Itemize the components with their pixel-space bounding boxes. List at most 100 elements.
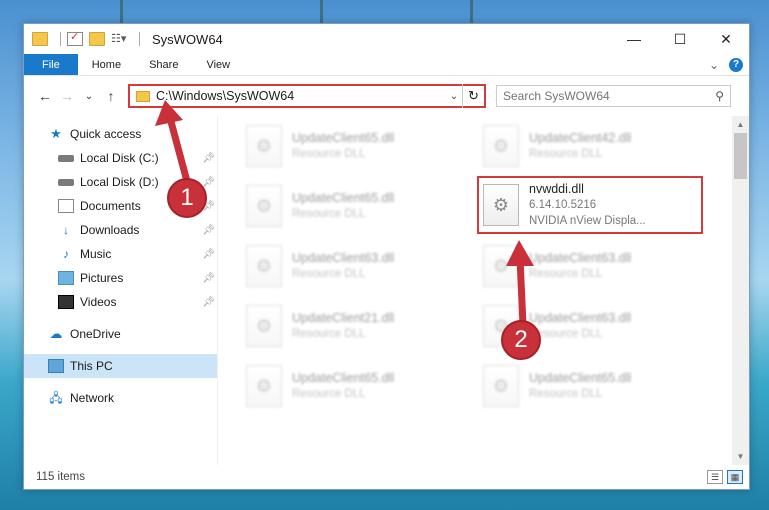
explorer-window: ☷▾ SysWOW64 — ☐ ✕ File Home Share View ⌄… <box>23 23 750 490</box>
view-buttons: ☰ ▦ <box>707 470 749 484</box>
file-name: UpdateClient63.dll <box>529 311 632 325</box>
new-folder-icon[interactable] <box>89 32 105 46</box>
window-controls: — ☐ ✕ <box>611 24 749 54</box>
scroll-up-icon[interactable]: ▲ <box>732 116 749 133</box>
pin-icon[interactable]: 📌︎ <box>202 177 215 188</box>
properties-icon[interactable] <box>67 30 83 46</box>
item-count: 115 items <box>36 471 86 483</box>
sidebar-item-pictures[interactable]: Pictures 📌︎ <box>24 266 217 290</box>
step-2-badge: 2 <box>501 320 541 360</box>
tab-share[interactable]: Share <box>135 54 192 75</box>
close-button[interactable]: ✕ <box>703 24 749 54</box>
sidebar-item-network[interactable]: 🖧︎ Network <box>24 386 217 410</box>
sidebar-item-music[interactable]: ♪ Music 📌︎ <box>24 242 217 266</box>
sidebar-item-label: Music <box>80 247 112 261</box>
pictures-icon <box>58 271 74 285</box>
sidebar-item-label: Downloads <box>80 223 140 237</box>
dll-file-icon: ⚙ <box>483 365 519 407</box>
tab-file[interactable]: File <box>24 54 78 75</box>
file-description: NVIDIA nView Displa... <box>529 215 646 227</box>
search-input[interactable] <box>503 89 716 103</box>
ribbon-tabs: File Home Share View ⌄ ? <box>24 54 749 76</box>
folder-icon <box>136 90 150 102</box>
sidebar-item-label: Documents <box>80 199 141 213</box>
file-description: Resource DLL <box>529 328 603 340</box>
tab-home[interactable]: Home <box>78 54 135 75</box>
search-icon[interactable]: ⚲ <box>715 89 724 103</box>
tab-view[interactable]: View <box>192 54 244 75</box>
address-dropdown-icon[interactable]: ⌄ <box>446 91 462 102</box>
file-name: UpdateClient65.dll <box>529 371 632 385</box>
sidebar-item-downloads[interactable]: ↓ Downloads 📌︎ <box>24 218 217 242</box>
file-description: Resource DLL <box>292 148 366 160</box>
drive-icon <box>58 178 74 186</box>
file-item[interactable]: ⚙ UpdateClient65.dll Resource DLL <box>246 116 483 176</box>
back-button[interactable]: ← <box>34 85 56 107</box>
sidebar-item-label: This PC <box>70 359 113 373</box>
content-area: ★ Quick access Local Disk (C:) 📌︎ Local … <box>24 116 749 465</box>
maximize-button[interactable]: ☐ <box>657 24 703 54</box>
videos-icon <box>58 295 74 309</box>
sidebar-item-label: Videos <box>80 295 117 309</box>
up-button[interactable]: ↑ <box>100 85 122 107</box>
details-view-icon[interactable]: ☰ <box>707 470 723 484</box>
file-description: Resource DLL <box>292 388 366 400</box>
forward-button[interactable]: → <box>56 85 78 107</box>
tiles-view-icon[interactable]: ▦ <box>727 470 743 484</box>
scroll-down-icon[interactable]: ▼ <box>732 448 749 465</box>
sidebar-item-label: Network <box>70 391 115 405</box>
file-item-nvwddi[interactable]: ⚙ nvwddi.dll 6.14.10.5216 NVIDIA nView D… <box>477 176 703 234</box>
network-icon: 🖧︎ <box>49 391 63 405</box>
sidebar-item-videos[interactable]: Videos 📌︎ <box>24 290 217 314</box>
help-icon[interactable]: ? <box>729 57 743 72</box>
file-description: Resource DLL <box>529 268 603 280</box>
file-description: Resource DLL <box>292 328 366 340</box>
vertical-scrollbar[interactable]: ▲ ▼ <box>732 116 749 465</box>
file-item[interactable]: ⚙ UpdateClient21.dll Resource DLL <box>246 296 483 356</box>
file-item[interactable]: ⚙ UpdateClient63.dll Resource DLL <box>246 236 483 296</box>
file-name: UpdateClient65.dll <box>292 131 395 145</box>
expand-ribbon-chevron-icon[interactable]: ⌄ <box>709 58 719 72</box>
sidebar-item-label: OneDrive <box>70 327 121 341</box>
navigation-bar: ← → ⌄ ↑ C:\Windows\SysWOW64 ⌄ ↻ ⚲ <box>24 76 749 116</box>
pin-icon[interactable]: 📌︎ <box>202 153 215 164</box>
file-item[interactable]: ⚙ UpdateClient42.dll Resource DLL <box>483 116 720 176</box>
sidebar-item-label: Quick access <box>70 127 142 141</box>
scroll-thumb[interactable] <box>734 133 747 179</box>
file-description: Resource DLL <box>529 388 603 400</box>
file-description: Resource DLL <box>529 148 603 160</box>
address-bar[interactable]: C:\Windows\SysWOW64 ⌄ ↻ <box>128 84 486 108</box>
dll-file-icon: ⚙ <box>246 305 282 347</box>
ribbon-right: ⌄ ? <box>709 54 749 75</box>
recent-locations-button[interactable]: ⌄ <box>78 85 100 107</box>
window-title: SysWOW64 <box>152 31 223 47</box>
sidebar-item-quick-access[interactable]: ★ Quick access <box>24 122 217 146</box>
dll-file-icon: ⚙ <box>246 245 282 287</box>
sidebar-item-label: Local Disk (D:) <box>80 175 159 189</box>
file-item[interactable]: ⚙ UpdateClient65.dll Resource DLL <box>246 356 483 416</box>
customize-toolbar-icon[interactable]: ☷▾ <box>111 32 127 46</box>
sidebar-item-local-disk-c[interactable]: Local Disk (C:) 📌︎ <box>24 146 217 170</box>
file-item[interactable]: ⚙ UpdateClient65.dll Resource DLL <box>483 356 720 416</box>
pin-icon[interactable]: 📌︎ <box>202 273 215 284</box>
dll-file-icon: ⚙ <box>246 365 282 407</box>
file-description: Resource DLL <box>292 208 366 220</box>
search-box[interactable]: ⚲ <box>496 85 731 107</box>
separator <box>60 32 61 46</box>
file-name: UpdateClient63.dll <box>292 251 395 265</box>
file-name: UpdateClient21.dll <box>292 311 395 325</box>
step-1-badge: 1 <box>167 178 207 218</box>
pin-icon[interactable]: 📌︎ <box>202 249 215 260</box>
minimize-button[interactable]: — <box>611 24 657 54</box>
separator <box>139 32 140 46</box>
pin-icon[interactable]: 📌︎ <box>202 297 215 308</box>
dll-file-icon: ⚙ <box>246 125 282 167</box>
address-path[interactable]: C:\Windows\SysWOW64 <box>156 89 446 103</box>
refresh-button[interactable]: ↻ <box>462 84 484 108</box>
sidebar-item-onedrive[interactable]: ☁ OneDrive <box>24 322 217 346</box>
file-item[interactable]: ⚙ UpdateClient65.dll Resource DLL <box>246 176 483 236</box>
sidebar-item-this-pc[interactable]: This PC <box>24 354 217 378</box>
file-description: Resource DLL <box>292 268 366 280</box>
file-item[interactable]: ⚙ UpdateClient63.dll Resource DLL <box>483 236 720 296</box>
pin-icon[interactable]: 📌︎ <box>202 225 215 236</box>
